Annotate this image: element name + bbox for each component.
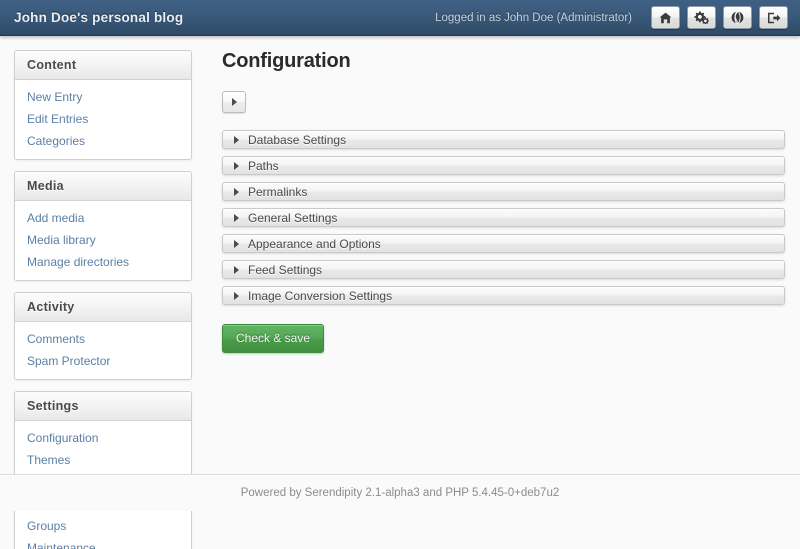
triangle-right-icon [234,291,239,300]
page-title: Configuration [222,50,351,72]
sidebar-section-content: Content New Entry Edit Entries Categorie… [14,50,192,160]
logout-icon [767,12,781,24]
header-right-group: Logged in as John Doe (Administrator) [435,6,788,29]
sidebar-section-activity: Activity Comments Spam Protector [14,292,192,380]
sidebar-item-spam-protector[interactable]: Spam Protector [15,350,191,372]
accordion-item-label: General Settings [248,210,338,225]
sidebar-section-links: Add media Media library Manage directori… [15,201,191,280]
sidebar-item-comments[interactable]: Comments [15,328,191,350]
home-icon [659,12,672,24]
accordion-item-paths[interactable]: Paths [222,156,785,175]
sidebar-section-title: Content [15,51,191,80]
triangle-right-icon [234,213,239,222]
sidebar-section-title: Media [15,172,191,201]
accordion-item-general-settings[interactable]: General Settings [222,208,785,227]
accordion-item-label: Appearance and Options [248,236,381,251]
sidebar-item-themes[interactable]: Themes [15,449,191,471]
blog-title: John Doe's personal blog [14,10,184,25]
accordion-item-label: Paths [248,158,279,173]
page-body: Content New Entry Edit Entries Categorie… [0,36,800,549]
sidebar-section-links: New Entry Edit Entries Categories [15,80,191,159]
sidebar-item-media-library[interactable]: Media library [15,229,191,251]
configuration-accordion: Database Settings Paths Permalinks Gener… [222,130,785,305]
accordion-item-label: Image Conversion Settings [248,288,393,303]
triangle-right-icon [234,187,239,196]
triangle-right-icon [231,98,237,106]
sidebar-item-groups[interactable]: Groups [15,515,191,537]
cogs-icon [694,11,709,24]
login-status-text: Logged in as John Doe (Administrator) [435,11,632,24]
triangle-right-icon [234,135,239,144]
toggle-all-button[interactable] [222,91,246,113]
accordion-item-database-settings[interactable]: Database Settings [222,130,785,149]
accordion-item-image-conversion-settings[interactable]: Image Conversion Settings [222,286,785,305]
sidebar-section-media: Media Add media Media library Manage dir… [14,171,192,281]
sidebar-item-configuration[interactable]: Configuration [15,427,191,449]
home-button[interactable] [651,6,680,29]
sidebar-item-add-media[interactable]: Add media [15,207,191,229]
accordion-item-appearance-and-options[interactable]: Appearance and Options [222,234,785,253]
accordion-item-label: Permalinks [248,184,308,199]
check-and-save-button[interactable]: Check & save [222,324,325,353]
accordion-item-permalinks[interactable]: Permalinks [222,182,785,201]
sidebar-item-edit-entries[interactable]: Edit Entries [15,108,191,130]
sidebar-item-maintenance[interactable]: Maintenance [15,537,191,549]
top-header-bar: John Doe's personal blog Logged in as Jo… [0,0,800,36]
sidebar-item-categories[interactable]: Categories [15,130,191,152]
sidebar-section-title: Settings [15,392,191,421]
settings-button[interactable] [687,6,716,29]
sidebar-section-title: Activity [15,293,191,322]
triangle-right-icon [234,161,239,170]
sidebar-section-settings: Settings Configuration Themes Plugins Us… [14,391,192,549]
accordion-item-feed-settings[interactable]: Feed Settings [222,260,785,279]
sidebar-item-manage-directories[interactable]: Manage directories [15,251,191,273]
accordion-item-label: Feed Settings [248,262,323,277]
globe-icon [731,11,744,24]
triangle-right-icon [234,265,239,274]
triangle-right-icon [234,239,239,248]
main-content: Configuration Database Settings Paths Pe… [222,50,785,353]
logout-button[interactable] [759,6,788,29]
accordion-item-label: Database Settings [248,132,347,147]
sidebar-section-links: Comments Spam Protector [15,322,191,379]
sidebar-item-new-entry[interactable]: New Entry [15,86,191,108]
footer: Powered by Serendipity 2.1-alpha3 and PH… [0,474,800,511]
footer-text: Powered by Serendipity 2.1-alpha3 and PH… [240,487,560,499]
view-blog-button[interactable] [723,6,752,29]
